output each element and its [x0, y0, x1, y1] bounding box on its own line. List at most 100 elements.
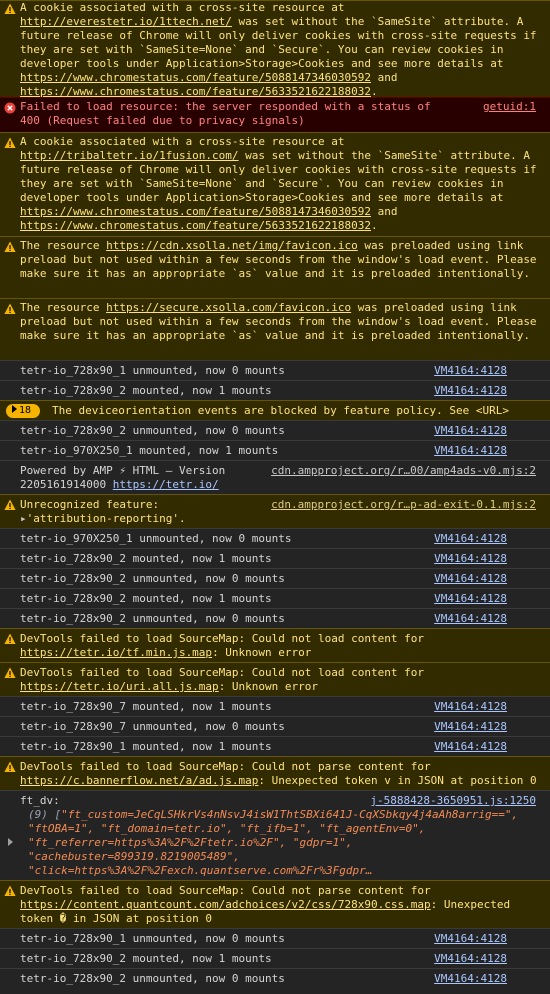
message-link[interactable]: https://tetr.io/tf.min.js.map — [20, 646, 212, 659]
log-message: tetr-io_728x90_2 mounted, now 1 mounts VM… — [0, 380, 550, 400]
object-log-message: ft_dv: j-5888428-3650951.js:1250 (9) ["f… — [0, 790, 550, 891]
source-link[interactable]: VM4164:4128 — [434, 384, 507, 398]
source-link[interactable]: VM4164:4128 — [434, 700, 507, 714]
source-link[interactable]: cdn.ampproject.org/r…p-ad-exit-0.1.mjs:2 — [271, 498, 536, 512]
message-text: : Unexpected token v in JSON at position… — [258, 774, 537, 787]
warning-icon — [4, 137, 16, 148]
warning-message: The resource https://cdn.xsolla.net/img/… — [0, 236, 550, 298]
log-message: tetr-io_728x90_2 mounted, now 1 mounts VM… — [0, 948, 550, 968]
warning-icon — [4, 667, 16, 678]
source-link[interactable]: VM4164:4128 — [434, 572, 507, 586]
warning-message: The resource https://secure.xsolla.com/f… — [0, 298, 550, 360]
message-text: DevTools failed to load SourceMap: Could… — [20, 884, 431, 897]
source-link[interactable]: j-5888428-3650951.js:1250 — [370, 794, 536, 808]
warning-message: DevTools failed to load SourceMap: Could… — [0, 662, 550, 696]
log-message: tetr-io_728x90_7 mounted, now 1 mounts VM… — [0, 696, 550, 716]
message-text: tetr-io_728x90_2 unmounted, now 0 mounts — [20, 572, 285, 585]
log-message: tetr-io_728x90_7 unmounted, now 0 mounts… — [0, 716, 550, 736]
expand-triangle-icon — [12, 405, 17, 413]
message-text: : Unknown error — [212, 646, 312, 659]
source-link[interactable]: VM4164:4128 — [434, 720, 507, 734]
message-link[interactable]: https://cdn.xsolla.net/img/favicon.ico — [106, 239, 358, 252]
warning-icon — [4, 3, 16, 14]
source-link[interactable]: VM4164:4128 — [434, 932, 507, 946]
source-link[interactable]: VM4164:4128 — [434, 364, 507, 378]
source-link[interactable]: VM4164:4128 — [434, 424, 507, 438]
message-text: tetr-io_728x90_2 mounted, now 1 mounts — [20, 592, 272, 605]
log-message: tetr-io_728x90_2 mounted, now 1 mounts VM… — [0, 548, 550, 568]
log-message: tetr-io_728x90_2 unmounted, now 0 mounts… — [0, 568, 550, 588]
log-message: tetr-io_728x90_1 unmounted, now 0 mounts… — [0, 360, 550, 380]
message-text: DevTools failed to load SourceMap: Could… — [20, 632, 424, 645]
source-link[interactable]: VM4164:4128 — [434, 952, 507, 966]
message-text: tetr-io_728x90_7 unmounted, now 0 mounts — [20, 720, 285, 733]
message-link[interactable]: https://www.chromestatus.com/feature/508… — [20, 71, 371, 84]
message-text: and — [371, 205, 398, 218]
message-link[interactable]: http://everestetr.io/1ttech.net/ — [20, 15, 232, 28]
message-link[interactable]: https://c.bannerflow.net/a/ad.js.map — [20, 774, 258, 787]
error-message: Failed to load resource: the server resp… — [0, 97, 550, 132]
message-link[interactable]: https://tetr.io/uri.all.js.map — [20, 680, 219, 693]
warning-message: DevTools failed to load SourceMap: Could… — [0, 880, 550, 928]
message-text: tetr-io_728x90_2 unmounted, now 0 mounts — [20, 972, 285, 985]
warning-icon — [4, 499, 16, 510]
message-link[interactable]: https://secure.xsolla.com/favicon.ico — [106, 301, 351, 314]
message-link[interactable]: https://www.chromestatus.com/feature/563… — [20, 219, 371, 232]
message-text: tetr-io_970X250_1 mounted, now 1 mounts — [20, 444, 279, 457]
message-text: tetr-io_728x90_2 mounted, now 1 mounts — [20, 384, 272, 397]
message-link[interactable]: https://www.chromestatus.com/feature/508… — [20, 205, 371, 218]
source-link[interactable]: VM4164:4128 — [434, 592, 507, 606]
warning-message: A cookie associated with a cross-site re… — [0, 0, 550, 98]
error-icon — [4, 102, 16, 114]
message-link[interactable]: http://tribaltetr.io/1fusion.com/ — [20, 149, 239, 162]
log-message: tetr-io_970X250_1 mounted, now 1 mounts V… — [0, 440, 550, 460]
message-text: and — [371, 71, 398, 84]
log-message: tetr-io_728x90_2 unmounted, now 0 mounts… — [0, 420, 550, 440]
message-text: A cookie associated with a cross-site re… — [20, 1, 345, 14]
message-text: The resource — [20, 301, 107, 314]
message-text: tetr-io_728x90_2 mounted, now 1 mounts — [20, 552, 272, 565]
expand-triangle-icon[interactable] — [8, 838, 13, 846]
source-link[interactable]: VM4164:4128 — [434, 532, 507, 546]
warning-icon — [4, 303, 16, 314]
array-count: (9) [ — [28, 808, 62, 821]
message-text: 'attribution-reporting'. — [26, 512, 186, 525]
log-message: Powered by AMP ⚡ HTML – Version 22051619… — [0, 460, 550, 494]
message-text: DevTools failed to load SourceMap: Could… — [20, 666, 424, 679]
expand-caret-icon[interactable]: ▸ — [20, 512, 27, 525]
warning-message: DevTools failed to load SourceMap: Could… — [0, 628, 550, 662]
source-link[interactable]: VM4164:4128 — [434, 444, 507, 458]
source-link[interactable]: VM4164:4128 — [434, 972, 507, 986]
source-link[interactable]: VM4164:4128 — [434, 740, 507, 754]
message-text: : Unknown error — [218, 680, 319, 693]
log-message: tetr-io_728x90_2 unmounted, now 0 mounts… — [0, 608, 550, 628]
grouped-warning-message[interactable]: 18 The deviceorientation events are bloc… — [0, 400, 550, 420]
warning-message[interactable]: Unrecognized feature: ▸'attribution-repo… — [0, 494, 550, 528]
message-text: tetr-io_728x90_1 mounted, now 1 mounts — [20, 740, 272, 753]
message-count-badge[interactable]: 18 — [6, 404, 40, 418]
warning-message: A cookie associated with a cross-site re… — [0, 132, 550, 236]
message-text: Failed to load resource: the server resp… — [20, 100, 431, 127]
message-text: tetr-io_728x90_1 unmounted, now 0 mounts — [20, 364, 285, 377]
message-link[interactable]: https://content.quantcount.com/adchoices… — [20, 898, 431, 911]
log-message: tetr-io_970X250_1 unmounted, now 0 mount… — [0, 528, 550, 548]
message-text: . — [371, 219, 378, 232]
log-message: tetr-io_728x90_2 unmounted, now 0 mounts… — [0, 968, 550, 988]
message-text: 2205161914000 — [20, 478, 113, 491]
source-link[interactable]: VM4164:4128 — [434, 552, 507, 566]
message-text: A cookie associated with a cross-site re… — [20, 135, 345, 148]
array-values: "ft_custom=JeCqLSHkrVs4nNsvJ4isW1ThtSBXi… — [28, 808, 519, 891]
warning-icon — [4, 241, 16, 252]
message-text: tetr-io_728x90_2 mounted, now 1 mounts — [20, 952, 272, 965]
source-link[interactable]: VM4164:4128 — [434, 612, 507, 626]
source-link[interactable]: getuid:1 — [483, 100, 536, 114]
console-messages: A cookie associated with a cross-site re… — [0, 0, 550, 988]
warning-icon — [4, 761, 16, 772]
warning-icon — [4, 885, 16, 896]
message-text: tetr-io_728x90_2 unmounted, now 0 mounts — [20, 612, 285, 625]
source-link[interactable]: cdn.ampproject.org/r…00/amp4ads-v0.mjs:2 — [271, 464, 536, 478]
message-text: The deviceorientation events are blocked… — [52, 404, 509, 417]
message-text: The resource — [20, 239, 107, 252]
message-link[interactable]: https://tetr.io/ — [113, 478, 219, 491]
log-message: tetr-io_728x90_2 mounted, now 1 mounts VM… — [0, 588, 550, 608]
